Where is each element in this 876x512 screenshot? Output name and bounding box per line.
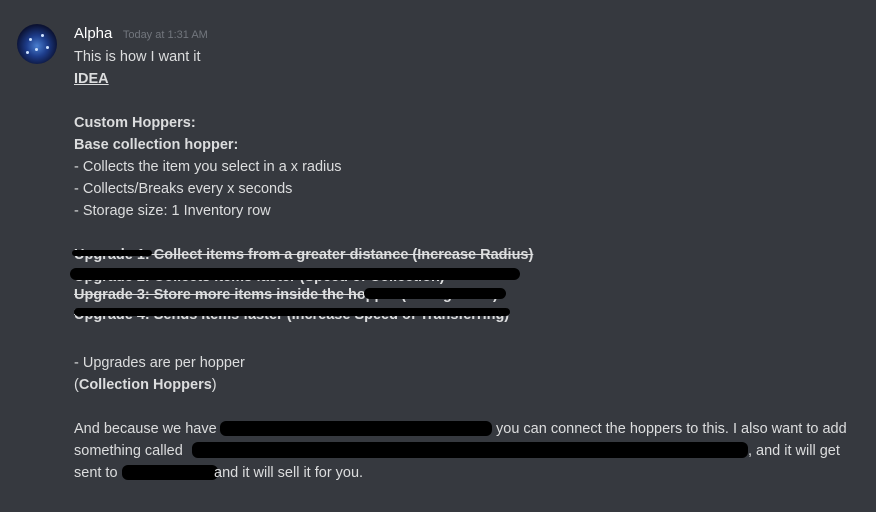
- upgrade-line: Upgrade 4: Sends items faster (Increase …: [74, 304, 864, 326]
- upgrade-line: Upgrade 1: Collect items from a greater …: [72, 244, 864, 266]
- redaction-scribble: [220, 421, 492, 436]
- message-header: Alpha Today at 1:31 AM: [74, 25, 208, 43]
- paragraph-line-1: And because we have you can connect the …: [74, 418, 864, 440]
- message-content: This is how I want it IDEA Custom Hopper…: [70, 46, 864, 484]
- heading-idea: IDEA: [74, 71, 109, 87]
- paragraph-text: you can connect the hoppers to this. I a…: [496, 421, 847, 437]
- paragraph-text: sent to: [74, 465, 118, 481]
- paragraph-text: and it will sell it for you.: [214, 465, 364, 481]
- list-item: - Storage size: 1 Inventory row: [74, 203, 271, 219]
- redaction-scribble: [122, 465, 218, 480]
- heading-base-hopper: Base collection hopper:: [74, 137, 239, 153]
- paragraph-line-2: something called , and it will get: [74, 440, 864, 462]
- paragraph-text: , and it will get: [748, 443, 840, 459]
- redaction-scribble: [70, 268, 520, 280]
- redaction-scribble: [72, 250, 152, 256]
- list-item: - Collects/Breaks every x seconds: [74, 181, 293, 197]
- upgrade-line: Upgrade 3: Store more items inside the h…: [74, 284, 864, 306]
- paragraph-text: And because we have: [74, 421, 217, 437]
- paragraph-text: something called: [74, 443, 183, 459]
- message-line: This is how I want it: [74, 49, 201, 65]
- timestamp: Today at 1:31 AM: [122, 29, 208, 41]
- collection-hoppers-text: Collection Hoppers: [78, 377, 212, 393]
- paren-close: ): [211, 377, 217, 393]
- redaction-scribble: [192, 442, 748, 458]
- paragraph-line-3: sent to and it will sell it for you.: [74, 462, 864, 484]
- list-item: - Upgrades are per hopper: [74, 355, 245, 371]
- note-line: (Collection Hoppers): [74, 374, 864, 396]
- username[interactable]: Alpha: [74, 25, 112, 42]
- redaction-scribble: [74, 308, 510, 316]
- avatar[interactable]: [17, 24, 57, 64]
- heading-custom-hoppers: Custom Hoppers:: [74, 115, 196, 131]
- list-item: - Collects the item you select in a x ra…: [74, 159, 342, 175]
- redaction-scribble: [364, 288, 506, 299]
